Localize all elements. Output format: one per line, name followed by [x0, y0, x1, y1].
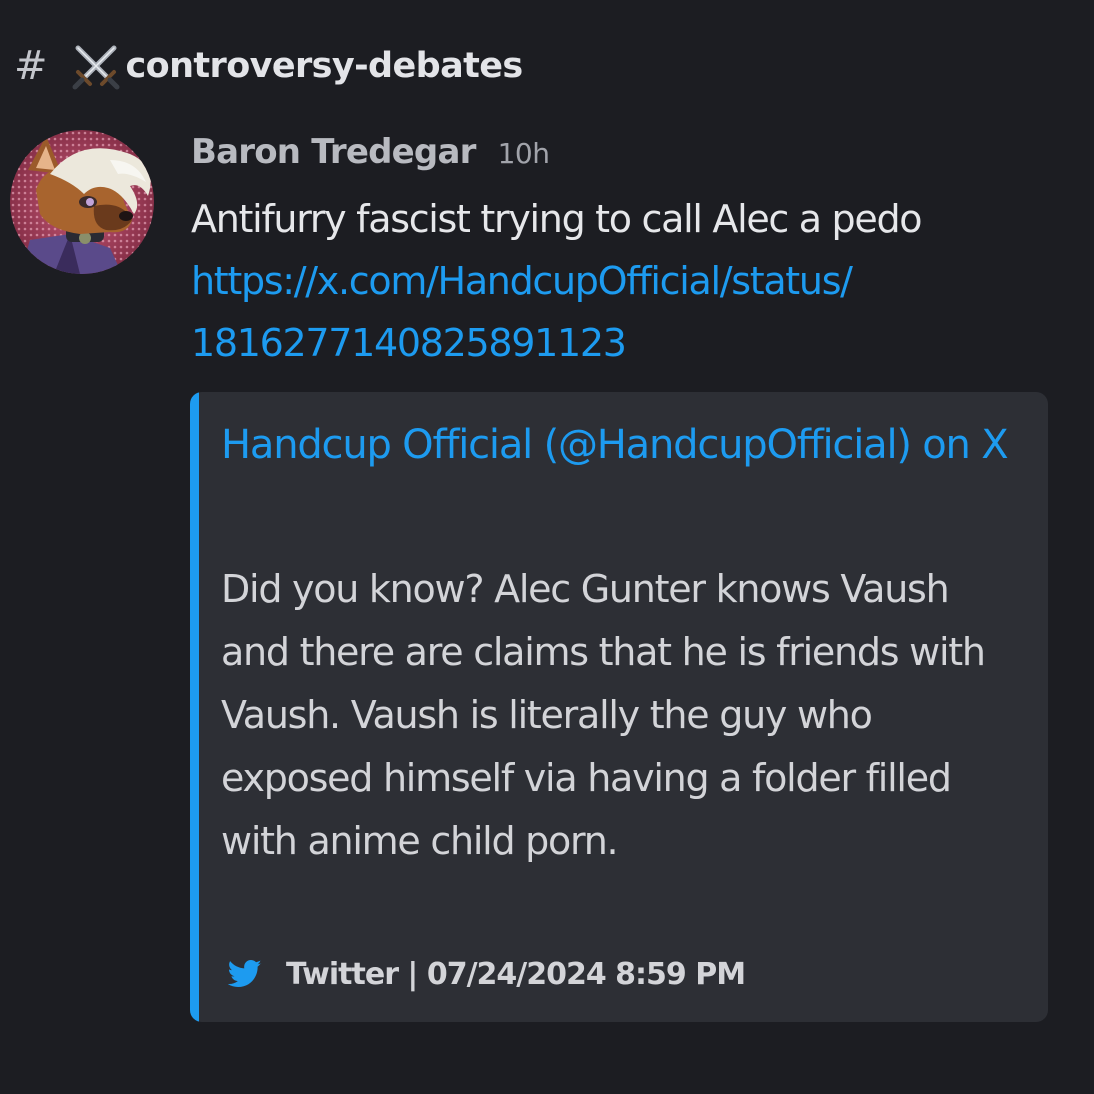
- channel-name: controversy-debates: [125, 46, 524, 86]
- embed-footer-text: Twitter | 07/24/2024 8:59 PM: [286, 956, 746, 992]
- message: Baron Tredegar 10h Antifurry fascist try…: [191, 132, 1071, 374]
- author-avatar[interactable]: [10, 130, 154, 274]
- tweet-link[interactable]: https://x.com/HandcupOfficial/status/ 18…: [191, 250, 1011, 374]
- message-header: Baron Tredegar 10h: [191, 132, 1071, 184]
- embed-title[interactable]: Handcup Official (@HandcupOfficial) on X: [221, 414, 1021, 476]
- embed-description: Did you know? Alec Gunter knows Vaush an…: [221, 567, 986, 863]
- furry-character-avatar: [10, 130, 154, 274]
- embed-accent-bar: [190, 392, 199, 1022]
- tweet-link-line-1: https://x.com/HandcupOfficial/status/: [191, 259, 853, 303]
- author-name[interactable]: Baron Tredegar: [191, 132, 476, 172]
- embed-footer: Twitter | 07/24/2024 8:59 PM: [228, 954, 746, 994]
- discord-message-screen: # controversy-debates Baron Tredegar 10h…: [0, 0, 1094, 1094]
- message-text: Antifurry fascist trying to call Alec a …: [191, 197, 923, 241]
- tweet-link-line-2: 1816277140825891123: [191, 321, 627, 365]
- channel-header[interactable]: # controversy-debates: [14, 38, 523, 94]
- link-embed[interactable]: Handcup Official (@HandcupOfficial) on X…: [190, 392, 1048, 1022]
- twitter-bird-icon: [228, 959, 262, 988]
- channel-hash-icon: #: [14, 43, 48, 89]
- message-timestamp[interactable]: 10h: [498, 137, 550, 170]
- crossed-swords-icon: [72, 45, 120, 90]
